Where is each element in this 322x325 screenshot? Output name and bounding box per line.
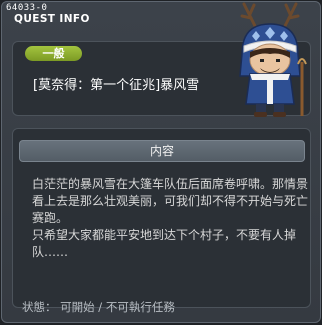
quest-name: [莫奈得：第一个征兆]暴风雪 (33, 78, 200, 93)
content-header: 内容 (19, 140, 305, 162)
quest-id: 64033-0 (6, 3, 48, 13)
category-badge: 一般 (25, 46, 82, 61)
character-portrait (239, 2, 307, 117)
description-paragraph: 只希望大家都能平安地到达下个村子，不要有人掉队…… (32, 228, 297, 259)
quest-description: 白茫茫的暴风雪在大篷车队伍后面席卷呼啸。那情景看上去是那么壮观美丽，可我们却不得… (32, 176, 308, 261)
window-title: QUEST INFO (14, 13, 90, 25)
quest-info-window: 64033-0 QUEST INFO 一般 [莫奈得：第一个征兆]暴风雪 内容 … (1, 1, 321, 323)
quest-status: 状態： 可開始 / 不可執行任務 (22, 300, 175, 314)
description-paragraph: 白茫茫的暴风雪在大篷车队伍后面席卷呼啸。那情景看上去是那么壮观美丽，可我们却不得… (32, 177, 309, 225)
